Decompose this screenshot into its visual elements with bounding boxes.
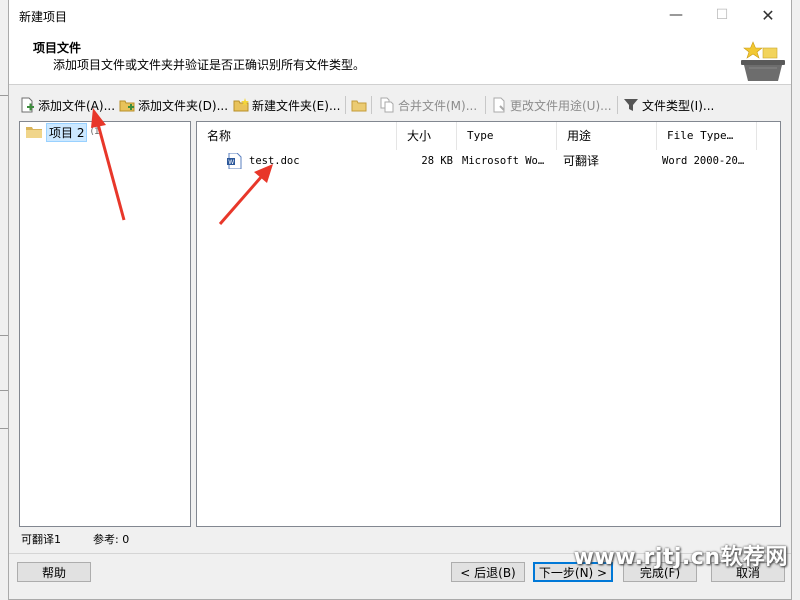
new-folder-label: 新建文件夹(E)... (252, 98, 341, 113)
svg-text:W: W (228, 159, 234, 166)
page-description: 添加项目文件或文件夹并验证是否正确识别所有文件类型。 (53, 58, 366, 72)
close-button[interactable]: ✕ (745, 0, 791, 30)
window-title: 新建项目 (19, 10, 68, 24)
new-project-dialog: 新建项目 — ☐ ✕ 项目文件 添加项目文件或文件夹并验证是否正确识别所有文件类… (8, 0, 792, 600)
wizard-header: 项目文件 添加项目文件或文件夹并验证是否正确识别所有文件类型。 (9, 32, 791, 85)
toolbar-separator (371, 96, 372, 114)
toolbar-separator (485, 96, 486, 114)
help-button[interactable]: 帮助 (17, 562, 91, 582)
open-folder-icon (351, 100, 367, 112)
minimize-button[interactable]: — (653, 0, 699, 30)
maximize-button[interactable]: ☐ (699, 0, 745, 30)
toolbar-separator (345, 96, 346, 114)
folder-icon (26, 127, 42, 138)
file-type-short: Microsoft Wo… (462, 155, 545, 167)
add-file-icon (21, 97, 34, 113)
status-translatable: 可翻译1 (21, 533, 61, 546)
page-title: 项目文件 (33, 41, 82, 55)
file-name: test.doc (249, 155, 300, 167)
file-type-full: Word 2000-20… (662, 155, 745, 167)
column-header-name[interactable]: 名称 (197, 122, 397, 150)
column-header-type[interactable]: Type (457, 122, 557, 150)
column-header-usage[interactable]: 用途 (557, 122, 657, 150)
tree-item-label: 项目 2 (46, 122, 88, 142)
file-list[interactable]: 名称 大小 Type 用途 File Type… W test.doc 28 K… (196, 121, 781, 527)
tree-item-project[interactable]: 项目 2 (1 (26, 122, 100, 142)
new-folder-button[interactable]: 新建文件夹(E)... (233, 94, 340, 116)
change-usage-icon (493, 97, 505, 113)
merge-files-icon (380, 97, 394, 113)
project-basket-icon (741, 41, 785, 81)
add-folder-button[interactable]: 添加文件夹(D)... (119, 94, 228, 116)
toolbar-separator (617, 96, 618, 114)
filter-icon (624, 99, 638, 111)
column-header-size[interactable]: 大小 (397, 122, 457, 150)
file-usage: 可翻译 (563, 154, 600, 168)
add-folder-label: 添加文件夹(D)... (138, 98, 229, 113)
open-folder-button[interactable] (351, 94, 370, 116)
toolbar: 添加文件(A)... 添加文件夹(D)... 新建文件夹(E)... 合并文件( (9, 92, 791, 118)
watermark: www.rjtj.cn软荐网 (573, 545, 788, 570)
new-folder-icon (233, 98, 249, 112)
change-usage-button[interactable]: 更改文件用途(U)... (491, 94, 612, 116)
status-reference: 参考: 0 (93, 533, 130, 546)
merge-files-button[interactable]: 合并文件(M)... (379, 94, 477, 116)
file-types-label: 文件类型(I)... (642, 98, 715, 113)
file-size: 28 KB (421, 155, 453, 167)
change-usage-label: 更改文件用途(U)... (510, 98, 612, 113)
back-button[interactable]: < 后退(B) (451, 562, 525, 582)
word-document-icon: W (227, 153, 242, 169)
tree-item-count: (1 (90, 127, 100, 137)
add-folder-icon (119, 100, 135, 112)
project-tree[interactable]: 项目 2 (1 (19, 121, 191, 527)
table-row[interactable]: W test.doc 28 KB Microsoft Wo… 可翻译 Word … (197, 152, 780, 170)
add-files-label: 添加文件(A)... (38, 98, 116, 113)
column-header-file-type[interactable]: File Type… (657, 122, 757, 150)
add-files-button[interactable]: 添加文件(A)... (19, 94, 115, 116)
title-bar: 新建项目 — ☐ ✕ (9, 0, 791, 32)
merge-files-label: 合并文件(M)... (398, 98, 478, 113)
file-types-button[interactable]: 文件类型(I)... (623, 94, 714, 116)
